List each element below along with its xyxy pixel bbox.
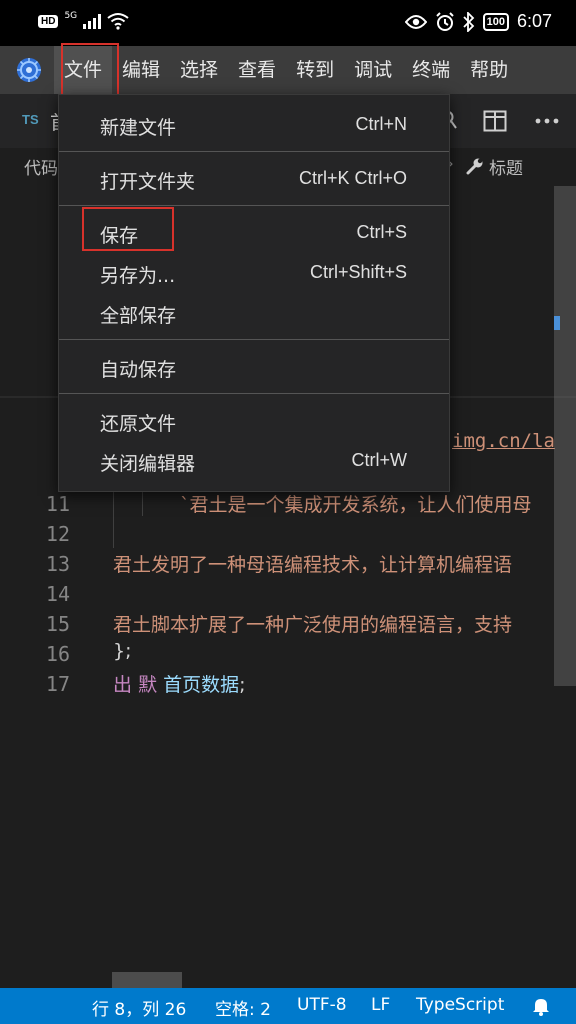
language-mode[interactable]: TypeScript	[416, 995, 504, 1015]
code-token: 君土发明了一种母语编程技术，让计算机编程语	[113, 554, 513, 576]
menu-item-new-file[interactable]: 新建文件 Ctrl+N	[59, 105, 449, 145]
menu-go[interactable]: 转到	[286, 46, 344, 94]
code-token: 君土脚本扩展了一种广泛使用的编程语言，支持	[113, 614, 513, 636]
save-as-label: 另存为...	[100, 265, 176, 287]
line-number: 16	[45, 642, 70, 666]
code-line[interactable]: 君土脚本扩展了一种广泛使用的编程语言，支持	[113, 610, 512, 637]
code-token: 出	[113, 674, 133, 696]
network-type: 5G	[64, 11, 78, 21]
code-token: 首页数据	[163, 674, 240, 696]
line-number: 11	[45, 492, 70, 516]
menu-help[interactable]: 帮助	[460, 46, 518, 94]
menu-item-save-as[interactable]: 另存为... Ctrl+Shift+S	[59, 253, 449, 293]
open-folder-shortcut: Ctrl+K Ctrl+O	[298, 168, 407, 188]
revert-file-label: 还原文件	[100, 413, 177, 435]
menu-item-auto-save[interactable]: 自动保存	[59, 347, 449, 387]
save-highlight	[82, 207, 174, 251]
auto-save-label: 自动保存	[100, 359, 177, 381]
alarm-icon	[435, 11, 454, 31]
menu-debug[interactable]: 调试	[344, 46, 402, 94]
close-editor-label: 关闭编辑器	[100, 453, 196, 475]
code-line[interactable]: 出 默 首页数据;	[113, 670, 246, 697]
status-right: 100 6:07	[404, 11, 552, 32]
menu-terminal[interactable]: 终端	[402, 46, 460, 94]
menu-separator	[59, 339, 449, 340]
cursor-position[interactable]: 行 8，列 26	[92, 995, 186, 1020]
more-actions-icon[interactable]	[535, 118, 559, 124]
breadcrumb-left[interactable]: 代码	[24, 154, 58, 179]
line-number: 17	[45, 672, 70, 696]
vertical-scrollbar[interactable]	[554, 186, 576, 686]
signal-icon	[83, 13, 102, 29]
menu-item-close-editor[interactable]: 关闭编辑器 Ctrl+W	[59, 441, 449, 481]
code-line[interactable]: `君土是一个集成开发系统，让人们使用母	[180, 490, 532, 517]
indentation[interactable]: 空格: 2	[215, 995, 271, 1020]
wifi-icon	[107, 13, 129, 30]
new-file-shortcut: Ctrl+N	[355, 114, 407, 134]
breadcrumb-right[interactable]: 标题	[489, 154, 523, 179]
line-number: 12	[45, 522, 70, 546]
encoding[interactable]: UTF-8	[297, 995, 347, 1015]
code-token: };	[113, 640, 132, 662]
code-line[interactable]: };	[113, 640, 132, 662]
menu-item-open-folder[interactable]: 打开文件夹 Ctrl+K Ctrl+O	[59, 159, 449, 199]
code-line[interactable]: 君土发明了一种母语编程技术，让计算机编程语	[113, 550, 512, 577]
minimap-cursor	[554, 316, 560, 330]
menu-item-save-all[interactable]: 全部保存	[59, 293, 449, 333]
menu-selection[interactable]: 选择	[170, 46, 228, 94]
open-folder-label: 打开文件夹	[100, 171, 196, 193]
ts-file-icon: TS	[22, 112, 39, 127]
horizontal-scrollbar[interactable]	[112, 972, 182, 988]
code-token: ;	[239, 674, 246, 696]
clock: 6:07	[516, 11, 552, 31]
close-editor-shortcut: Ctrl+W	[351, 450, 408, 470]
save-shortcut: Ctrl+S	[356, 222, 407, 242]
new-file-label: 新建文件	[100, 117, 177, 139]
code-token: 默	[138, 674, 158, 696]
wrench-icon	[466, 158, 483, 175]
save-all-label: 全部保存	[100, 305, 177, 327]
phone-status-bar: HD 5G 100 6:07	[0, 0, 576, 46]
file-dropdown-menu: 新建文件 Ctrl+N 打开文件夹 Ctrl+K Ctrl+O 保存 Ctrl+…	[58, 94, 450, 492]
line-number: 13	[45, 552, 70, 576]
save-as-shortcut: Ctrl+Shift+S	[309, 262, 407, 282]
menu-separator	[59, 393, 449, 394]
line-number: 15	[45, 612, 70, 636]
editor-status-bar: 行 8，列 26 空格: 2 UTF-8 LF TypeScript	[0, 988, 576, 1024]
status-left: HD 5G	[38, 11, 129, 30]
menu-edit[interactable]: 编辑	[112, 46, 170, 94]
battery-icon: 100	[482, 12, 509, 31]
line-number: 14	[45, 582, 70, 606]
eye-icon	[404, 14, 427, 29]
hd-badge: HD	[38, 14, 59, 28]
split-editor-icon[interactable]	[483, 110, 507, 132]
menu-view[interactable]: 查看	[228, 46, 286, 94]
indent-guide	[113, 486, 114, 548]
code-url[interactable]: img.cn/la	[452, 430, 555, 452]
bluetooth-icon	[462, 11, 474, 32]
code-token: `君土是一个集成开发系统，让人们使用母	[180, 494, 532, 516]
app-logo-icon[interactable]	[14, 55, 44, 85]
file-menu-highlight	[61, 43, 119, 98]
menu-item-revert-file[interactable]: 还原文件	[59, 401, 449, 441]
menu-separator	[59, 205, 449, 206]
bell-icon[interactable]	[531, 996, 551, 1016]
menu-separator	[59, 151, 449, 152]
end-of-line[interactable]: LF	[371, 995, 390, 1015]
